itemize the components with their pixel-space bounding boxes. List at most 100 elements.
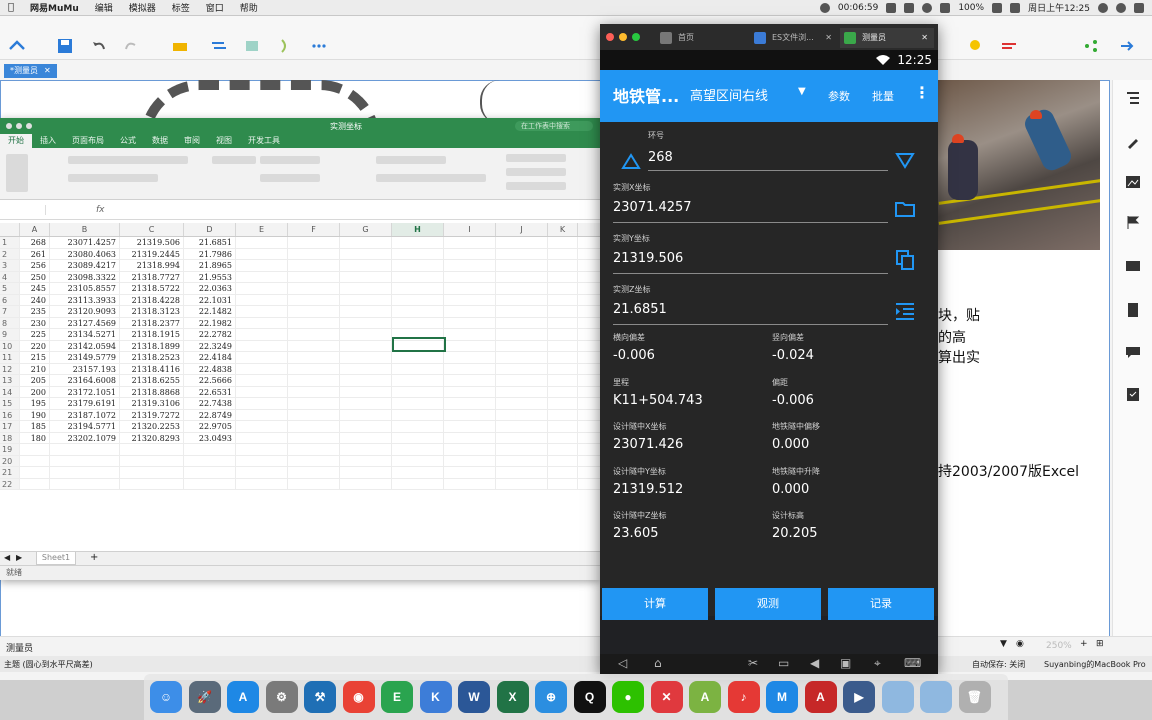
cell[interactable] <box>496 432 548 443</box>
cell[interactable] <box>392 386 444 397</box>
cell[interactable] <box>340 398 392 409</box>
menu-app-name[interactable]: 网易MuMu <box>22 1 87 14</box>
cell[interactable]: 21318.3123 <box>120 306 184 317</box>
paste-button[interactable] <box>6 154 28 192</box>
cell[interactable]: 21318.1899 <box>120 340 184 351</box>
row-header[interactable]: 17 <box>0 421 20 432</box>
cell[interactable] <box>496 248 548 259</box>
cell[interactable] <box>548 248 578 259</box>
cell[interactable] <box>444 432 496 443</box>
cell[interactable] <box>496 306 548 317</box>
menu-item-window[interactable]: 窗口 <box>198 1 232 14</box>
cell[interactable] <box>392 455 444 466</box>
cell[interactable]: 23164.6008 <box>50 375 120 386</box>
cell[interactable]: 21319.7272 <box>120 409 184 420</box>
cell[interactable] <box>548 260 578 271</box>
cell[interactable]: 21318.4116 <box>120 363 184 374</box>
font-select[interactable] <box>68 156 188 164</box>
cell[interactable] <box>392 248 444 259</box>
cell[interactable] <box>340 317 392 328</box>
cell[interactable]: 21318.2523 <box>120 352 184 363</box>
section-select[interactable]: 高望区间右线 <box>690 85 768 104</box>
back-icon[interactable]: ◁ <box>618 656 627 670</box>
cell[interactable]: 21320.8293 <box>120 432 184 443</box>
cell[interactable]: 225 <box>20 329 50 340</box>
cell[interactable] <box>496 386 548 397</box>
cell[interactable] <box>444 271 496 282</box>
cell[interactable] <box>444 467 496 478</box>
row-header[interactable]: 12 <box>0 363 20 374</box>
column-header[interactable]: A <box>20 223 50 236</box>
list-indent-icon[interactable] <box>894 300 916 322</box>
cell[interactable] <box>548 386 578 397</box>
cell[interactable] <box>20 478 50 489</box>
export-icon[interactable] <box>1118 37 1136 55</box>
font-size-select[interactable] <box>212 156 256 164</box>
column-header[interactable]: K <box>548 223 578 236</box>
cell[interactable]: 215 <box>20 352 50 363</box>
cell[interactable] <box>236 478 288 489</box>
comment-icon[interactable] <box>1125 344 1141 360</box>
cell[interactable] <box>392 271 444 282</box>
close-tab-icon[interactable]: ✕ <box>44 66 51 75</box>
cell[interactable] <box>548 421 578 432</box>
cell[interactable] <box>496 317 548 328</box>
cell[interactable] <box>288 248 340 259</box>
cell[interactable] <box>496 363 548 374</box>
cell[interactable] <box>392 409 444 420</box>
cell[interactable]: 21318.1915 <box>120 329 184 340</box>
share-icon[interactable] <box>1082 37 1100 55</box>
cell[interactable] <box>340 421 392 432</box>
cell[interactable]: 195 <box>20 398 50 409</box>
row-header[interactable]: 4 <box>0 271 20 282</box>
cell[interactable] <box>444 283 496 294</box>
row-header[interactable]: 19 <box>0 444 20 455</box>
cell[interactable] <box>340 432 392 443</box>
formula-bar[interactable]: fx <box>0 200 600 220</box>
tab-insert[interactable]: 插入 <box>32 134 64 148</box>
cell[interactable]: 23179.6191 <box>50 398 120 409</box>
cell[interactable]: 23.0493 <box>184 432 236 443</box>
row-header[interactable]: 20 <box>0 455 20 466</box>
cell[interactable]: 245 <box>20 283 50 294</box>
cell[interactable] <box>496 340 548 351</box>
keyboard-icon[interactable]: ⌨ <box>904 656 921 670</box>
cell[interactable] <box>548 294 578 305</box>
document-tab[interactable]: *测量员 ✕ <box>4 64 57 78</box>
emu-tab-surveyor[interactable]: 测量员 ✕ <box>840 28 934 48</box>
cell[interactable]: 23142.0594 <box>50 340 120 351</box>
redo-icon[interactable] <box>122 37 140 55</box>
cell[interactable] <box>340 467 392 478</box>
cell[interactable] <box>184 467 236 478</box>
close-window-icon[interactable] <box>606 33 614 41</box>
cell[interactable]: 220 <box>20 340 50 351</box>
menu-item-emulator[interactable]: 模拟器 <box>121 1 164 14</box>
cell[interactable] <box>50 478 120 489</box>
cell[interactable]: 22.4184 <box>184 352 236 363</box>
row-header[interactable]: 1 <box>0 237 20 248</box>
cell[interactable] <box>548 467 578 478</box>
excel-icon[interactable]: X <box>496 681 529 713</box>
record-button[interactable]: 记录 <box>828 588 934 620</box>
cell[interactable] <box>496 421 548 432</box>
cell[interactable]: 210 <box>20 363 50 374</box>
cell[interactable] <box>392 432 444 443</box>
cell[interactable] <box>548 283 578 294</box>
cell[interactable] <box>444 260 496 271</box>
cell-styles-button[interactable] <box>506 182 566 190</box>
cell[interactable] <box>496 444 548 455</box>
cell[interactable]: 21319.2445 <box>120 248 184 259</box>
cell[interactable] <box>288 260 340 271</box>
row-header[interactable]: 22 <box>0 478 20 489</box>
cell[interactable]: 22.6531 <box>184 386 236 397</box>
wifi-icon[interactable] <box>922 2 933 13</box>
siri-icon[interactable] <box>1116 2 1126 13</box>
column-header[interactable]: D <box>184 223 236 236</box>
cell[interactable] <box>340 375 392 386</box>
cell[interactable] <box>444 409 496 420</box>
cell[interactable] <box>50 467 120 478</box>
cell[interactable] <box>392 352 444 363</box>
row-header[interactable]: 16 <box>0 409 20 420</box>
cell[interactable] <box>340 478 392 489</box>
cell[interactable]: 190 <box>20 409 50 420</box>
